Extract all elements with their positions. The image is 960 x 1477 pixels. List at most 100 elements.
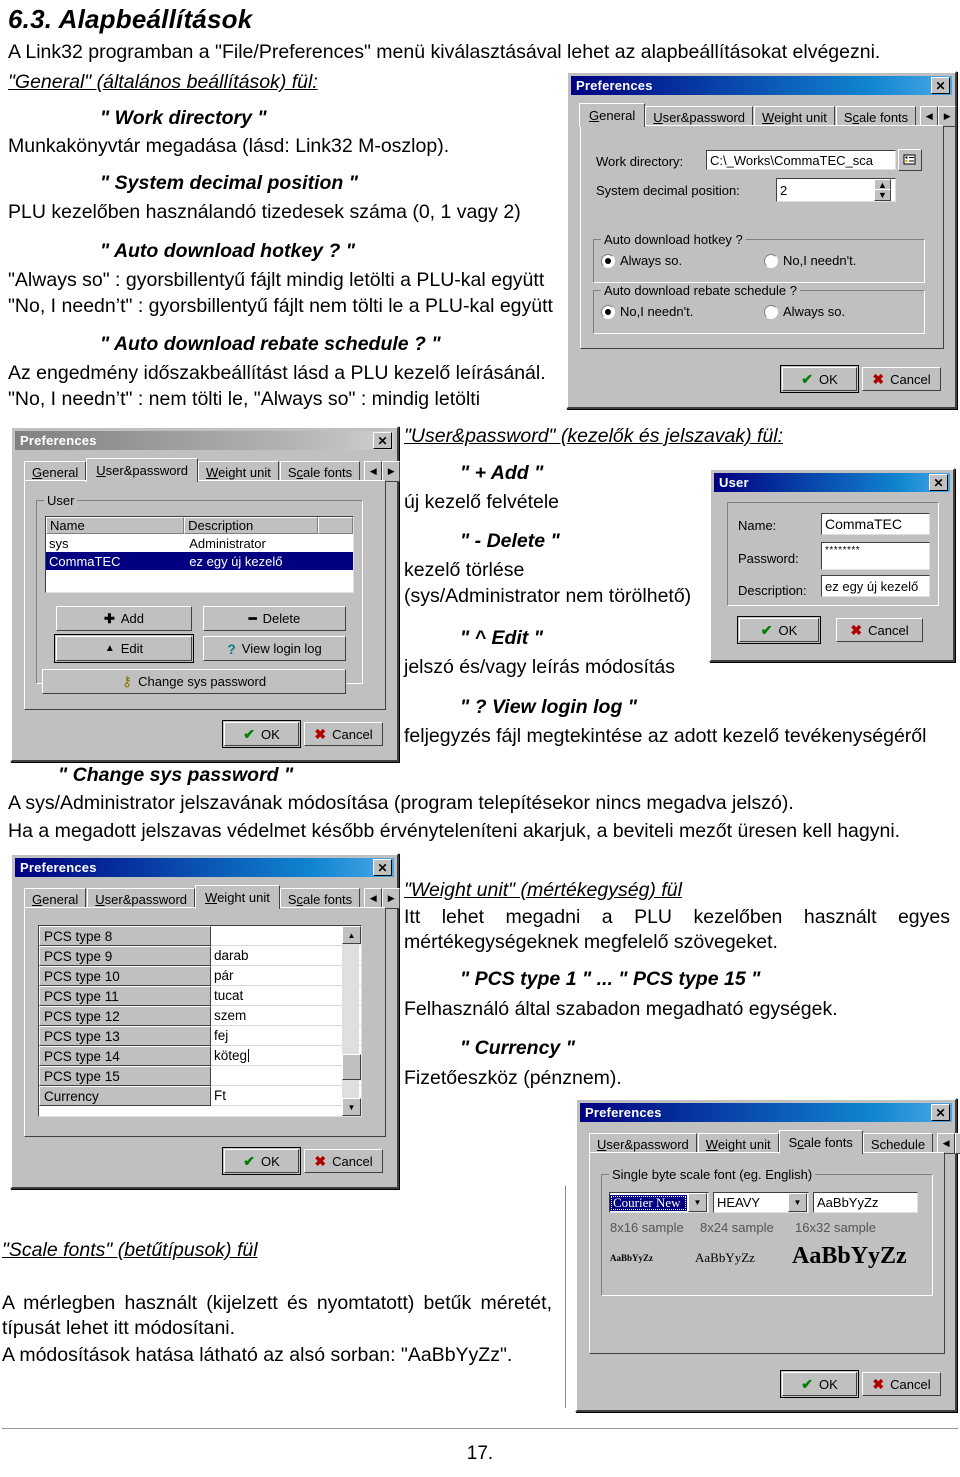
description-input[interactable]: ez egy új kezelő bbox=[821, 575, 930, 597]
font-weight-value: HEAVY bbox=[717, 1195, 761, 1210]
tab-user-password[interactable]: User&password bbox=[589, 1133, 697, 1154]
tab-next-icon[interactable]: ▶ bbox=[938, 106, 957, 127]
table-row[interactable]: CommaTEC ez egy új kezelő bbox=[46, 552, 353, 570]
delete-button[interactable]: ━ Delete bbox=[203, 606, 346, 631]
weight-unit-value[interactable]: Ft bbox=[211, 1086, 361, 1106]
cancel-button[interactable]: ✖ Cancel bbox=[836, 618, 923, 642]
table-row[interactable]: sys Administrator bbox=[46, 534, 353, 552]
weight-unit-row[interactable]: PCS type 13 fej bbox=[39, 1026, 361, 1046]
tab-scale-fonts[interactable]: Scale fonts bbox=[279, 888, 361, 909]
grid-scrollbar[interactable]: ▲ ▼ bbox=[342, 926, 361, 1116]
weight-unit-row[interactable]: PCS type 14 köteg bbox=[39, 1046, 361, 1066]
tab-scale-fonts[interactable]: Scale fonts bbox=[778, 1130, 863, 1154]
work-directory-input[interactable]: C:\_Works\CommaTEC_sca bbox=[706, 150, 896, 170]
cancel-button[interactable]: ✖ Cancel bbox=[862, 1372, 941, 1396]
tab-scale-fonts[interactable]: Scale fonts bbox=[835, 106, 917, 127]
scroll-thumb[interactable] bbox=[342, 1054, 361, 1080]
radio-dot-icon bbox=[764, 253, 778, 268]
ok-button[interactable]: ✔ OK bbox=[222, 720, 301, 748]
edit-button[interactable]: ▲ Edit bbox=[54, 634, 194, 663]
weight-unit-value[interactable] bbox=[211, 926, 361, 946]
decimal-spin-down-icon[interactable]: ▼ bbox=[874, 189, 891, 201]
add-label: Add bbox=[120, 611, 145, 626]
password-input[interactable]: ******** bbox=[821, 542, 930, 570]
tab-user-password[interactable]: User&password bbox=[87, 888, 196, 909]
weight-unit-row[interactable]: PCS type 9 darab bbox=[39, 946, 361, 966]
close-icon[interactable]: ✕ bbox=[931, 1104, 950, 1121]
font-family-select[interactable]: Courier New ▼ bbox=[609, 1192, 709, 1213]
titlebar: Preferences ✕ bbox=[15, 858, 394, 877]
cancel-button[interactable]: ✖ Cancel bbox=[862, 367, 941, 391]
tab-prev-icon[interactable]: ◀ bbox=[364, 461, 383, 482]
user-list[interactable]: Name Description sys Administrator Comma… bbox=[45, 516, 354, 593]
weight-unit-value[interactable]: pár bbox=[211, 966, 361, 986]
column-header-extra[interactable] bbox=[317, 517, 353, 534]
sample-label-8x16: 8x16 sample bbox=[610, 1220, 684, 1235]
ok-button[interactable]: ✔ OK bbox=[737, 616, 821, 644]
hotkey-group-label: Auto download hotkey ? bbox=[601, 232, 746, 247]
weight-unit-grid[interactable]: PCS type 8 PCS type 9 darab PCS type 10 pár P… bbox=[38, 925, 362, 1117]
weight-unit-value[interactable]: köteg bbox=[211, 1046, 361, 1066]
tab-weight-unit[interactable]: Weight unit bbox=[198, 461, 279, 482]
tab-user-password[interactable]: User&password bbox=[645, 106, 754, 127]
tab-next-icon[interactable]: ▶ bbox=[955, 1133, 960, 1154]
scroll-down-icon[interactable]: ▼ bbox=[342, 1098, 361, 1116]
weight-unit-value[interactable]: szem bbox=[211, 1006, 361, 1026]
tab-prev-icon[interactable]: ◀ bbox=[937, 1133, 956, 1154]
tab-weight-unit[interactable]: Weight unit bbox=[195, 885, 280, 909]
tab-general[interactable]: General bbox=[24, 888, 87, 909]
radio-hotkey-no[interactable]: No,I needn't. bbox=[764, 253, 856, 268]
tab-schedule[interactable]: Schedule bbox=[862, 1133, 934, 1154]
tab-general[interactable]: General bbox=[24, 461, 87, 482]
weight-unit-value[interactable] bbox=[211, 1066, 361, 1086]
ok-button[interactable]: ✔ OK bbox=[222, 1147, 301, 1175]
font-weight-select[interactable]: HEAVY ▼ bbox=[713, 1192, 809, 1213]
single-byte-group-label: Single byte scale font (eg. English) bbox=[609, 1167, 816, 1182]
tab-next-icon[interactable]: ▶ bbox=[382, 461, 401, 482]
chevron-down-icon[interactable]: ▼ bbox=[688, 1193, 707, 1212]
radio-hotkey-no-label: No,I needn't. bbox=[783, 253, 857, 268]
radio-rebate-always[interactable]: Always so. bbox=[764, 304, 845, 319]
ok-button[interactable]: ✔ OK bbox=[780, 365, 859, 393]
cancel-button[interactable]: ✖ Cancel bbox=[304, 1149, 383, 1173]
weight-unit-row[interactable]: PCS type 10 pár bbox=[39, 966, 361, 986]
chevron-down-icon[interactable]: ▼ bbox=[788, 1193, 807, 1212]
name-input[interactable]: CommaTEC bbox=[821, 513, 930, 535]
weight-unit-value[interactable]: tucat bbox=[211, 986, 361, 1006]
tab-general[interactable]: General bbox=[579, 103, 646, 127]
change-sys-password-button[interactable]: ⚷ Change sys password bbox=[42, 669, 346, 694]
weight-unit-value[interactable]: fej bbox=[211, 1026, 361, 1046]
tab-prev-icon[interactable]: ◀ bbox=[364, 888, 383, 909]
tab-scale-fonts[interactable]: Scale fonts bbox=[279, 461, 361, 482]
close-icon[interactable]: ✕ bbox=[929, 474, 948, 491]
weight-unit-row[interactable]: PCS type 15 bbox=[39, 1066, 361, 1086]
weight-unit-row[interactable]: PCS type 12 szem bbox=[39, 1006, 361, 1026]
sample-text-8x24: AaBbYyZz bbox=[695, 1250, 755, 1265]
add-button[interactable]: ✚ Add bbox=[56, 606, 192, 631]
term-currency: " Currency " bbox=[460, 1037, 575, 1059]
weight-unit-row[interactable]: Currency Ft bbox=[39, 1086, 361, 1106]
cancel-button[interactable]: ✖ Cancel bbox=[304, 722, 383, 746]
tab-prev-icon[interactable]: ◀ bbox=[920, 106, 939, 127]
tab-weight-unit[interactable]: Weight unit bbox=[697, 1133, 779, 1154]
desc-rebate-1: Az engedmény időszakbeállítást lásd a PL… bbox=[8, 362, 546, 384]
ok-button[interactable]: ✔ OK bbox=[780, 1370, 859, 1398]
view-login-log-button[interactable]: ? View login log bbox=[203, 636, 346, 661]
browse-folder-button[interactable] bbox=[898, 149, 922, 171]
desc-hotkey-always: "Always so" : gyorsbillentyű fájlt mindi… bbox=[8, 269, 545, 291]
tab-next-icon[interactable]: ▶ bbox=[382, 888, 401, 909]
weight-unit-row[interactable]: PCS type 8 bbox=[39, 926, 361, 946]
font-preview-input[interactable]: AaBbYyZz bbox=[813, 1192, 918, 1213]
weight-unit-row[interactable]: PCS type 11 tucat bbox=[39, 986, 361, 1006]
radio-hotkey-always[interactable]: Always so. bbox=[601, 253, 682, 268]
scroll-up-icon[interactable]: ▲ bbox=[342, 926, 361, 944]
close-icon[interactable]: ✕ bbox=[373, 432, 392, 449]
close-icon[interactable]: ✕ bbox=[931, 77, 950, 94]
column-header-name[interactable]: Name bbox=[46, 517, 185, 534]
close-icon[interactable]: ✕ bbox=[373, 859, 392, 876]
tab-user-password[interactable]: User&password bbox=[86, 458, 199, 482]
tab-weight-unit[interactable]: Weight unit bbox=[754, 106, 835, 127]
column-header-description[interactable]: Description bbox=[184, 517, 318, 534]
radio-rebate-no[interactable]: No,I needn't. bbox=[601, 304, 693, 319]
weight-unit-value[interactable]: darab bbox=[211, 946, 361, 966]
